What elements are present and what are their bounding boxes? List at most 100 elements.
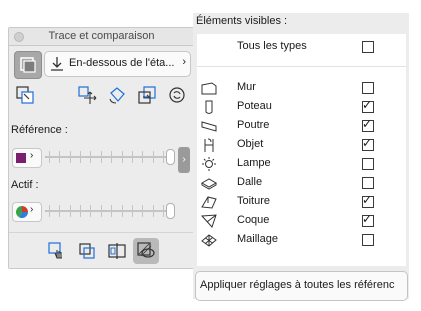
reference-opacity-slider[interactable]: [45, 147, 175, 167]
list-item-shell[interactable]: Coque ✓: [197, 212, 406, 230]
active-label: Actif :: [11, 179, 39, 191]
item-label: Dalle: [237, 176, 263, 188]
slider-tick: [131, 205, 133, 217]
compare-button[interactable]: [77, 241, 97, 261]
visible-elements-panel: Éléments visibles : Tous les types Mur P…: [193, 13, 409, 301]
reference-label: Référence :: [11, 124, 68, 136]
roof-icon: [201, 196, 217, 209]
pick-element-button[interactable]: [47, 241, 67, 261]
overlay-toggle-button[interactable]: [133, 238, 159, 264]
slider-tick: [69, 205, 71, 217]
slider-tick: [69, 151, 71, 163]
list-item-column[interactable]: Poteau ✓: [197, 98, 406, 116]
slider-tick: [121, 151, 123, 163]
list-divider: [197, 66, 406, 67]
list-item-lamp[interactable]: Lampe: [197, 155, 406, 173]
slider-tick: [49, 151, 50, 163]
reference-expand-button[interactable]: ›: [178, 147, 190, 173]
slider-tick: [111, 151, 113, 163]
move-icon: [78, 86, 97, 104]
shell-checkbox[interactable]: ✓: [362, 212, 374, 227]
list-item-beam[interactable]: Poutre ✓: [197, 117, 406, 135]
slider-tick: [163, 151, 164, 163]
slab-checkbox[interactable]: [362, 177, 374, 189]
trace-mode-button[interactable]: [14, 51, 42, 79]
item-label: Objet: [237, 138, 264, 150]
rotate-reference-button[interactable]: [107, 85, 127, 105]
reset-reference-button[interactable]: [167, 85, 187, 105]
swap-icon: [138, 86, 156, 104]
slider-tick: [59, 151, 61, 163]
column-checkbox[interactable]: ✓: [362, 98, 374, 113]
slider-tick: [121, 205, 123, 217]
item-label: Mur: [237, 81, 256, 93]
compare-icon: [79, 243, 95, 259]
slider-track: [45, 210, 175, 212]
slider-tick: [59, 205, 61, 217]
slider-knob[interactable]: [166, 149, 175, 165]
slider-tick: [100, 205, 102, 217]
wall-checkbox[interactable]: [362, 82, 374, 94]
select-reference-button[interactable]: [15, 85, 35, 105]
slider-tick: [163, 205, 164, 217]
slider-tick: [80, 205, 82, 217]
item-label: Lampe: [237, 157, 271, 169]
select-reference-icon: [16, 86, 34, 104]
below-arrow-icon: [51, 57, 63, 71]
slider-tick: [90, 205, 92, 217]
slab-icon: [201, 178, 217, 190]
list-item-all-types[interactable]: Tous les types: [197, 38, 406, 56]
overlay-icon: [137, 242, 155, 258]
rotate-icon: [109, 87, 125, 104]
reference-color-picker[interactable]: ›: [12, 148, 42, 168]
item-label: Coque: [237, 214, 270, 226]
active-color-picker[interactable]: ›: [12, 202, 42, 222]
check-mark-icon: ✓: [362, 117, 373, 131]
split-view-icon: [108, 243, 126, 259]
chevron-right-icon: ›: [30, 204, 34, 215]
slider-knob[interactable]: [166, 203, 175, 219]
lamp-icon: [202, 157, 216, 171]
palette-title-bar[interactable]: Trace et comparaison: [9, 28, 194, 46]
swap-reference-button[interactable]: [137, 85, 157, 105]
slider-track: [45, 156, 175, 158]
bottom-toolbar: [9, 232, 194, 269]
move-reference-button[interactable]: [77, 85, 97, 105]
split-view-button[interactable]: [107, 241, 127, 261]
all-types-checkbox[interactable]: [362, 41, 374, 53]
mesh-checkbox[interactable]: [362, 234, 374, 246]
placement-dropdown[interactable]: En-dessous de l'éta... ›: [44, 51, 191, 77]
palette-title: Trace et comparaison: [48, 30, 155, 42]
trace-icon: [20, 57, 36, 73]
object-checkbox[interactable]: ✓: [362, 136, 374, 151]
beam-checkbox[interactable]: ✓: [362, 117, 374, 132]
beam-icon: [201, 121, 217, 132]
slider-tick: [142, 205, 144, 217]
slider-tick: [142, 151, 144, 163]
check-mark-icon: ✓: [362, 212, 373, 226]
active-opacity-slider[interactable]: [45, 201, 175, 221]
roof-checkbox[interactable]: ✓: [362, 193, 374, 208]
slider-tick: [111, 205, 113, 217]
list-item-object[interactable]: Objet ✓: [197, 136, 406, 154]
apply-button-label: Appliquer réglages à toutes les référenc: [200, 279, 395, 291]
placement-value: En-dessous de l'éta...: [69, 57, 175, 69]
list-item-slab[interactable]: Dalle: [197, 174, 406, 192]
slider-tick: [100, 151, 102, 163]
item-label: Poutre: [237, 119, 270, 131]
item-label: Poteau: [237, 100, 272, 112]
slider-tick: [152, 205, 154, 217]
object-icon: [204, 138, 214, 152]
list-item-mesh[interactable]: Maillage: [197, 231, 406, 249]
check-mark-icon: ✓: [362, 98, 373, 112]
shell-icon: [201, 214, 217, 228]
apply-to-all-references-button[interactable]: Appliquer réglages à toutes les référenc: [195, 271, 408, 301]
list-item-wall[interactable]: Mur: [197, 79, 406, 97]
item-label: Maillage: [237, 233, 278, 245]
list-item-roof[interactable]: Toiture ✓: [197, 193, 406, 211]
lamp-checkbox[interactable]: [362, 158, 374, 170]
multicolor-icon: [16, 206, 28, 218]
element-types-list: Tous les types Mur Poteau ✓ Poutre ✓ Obj…: [197, 34, 406, 266]
slider-tick: [131, 151, 133, 163]
mesh-icon: [201, 234, 217, 247]
